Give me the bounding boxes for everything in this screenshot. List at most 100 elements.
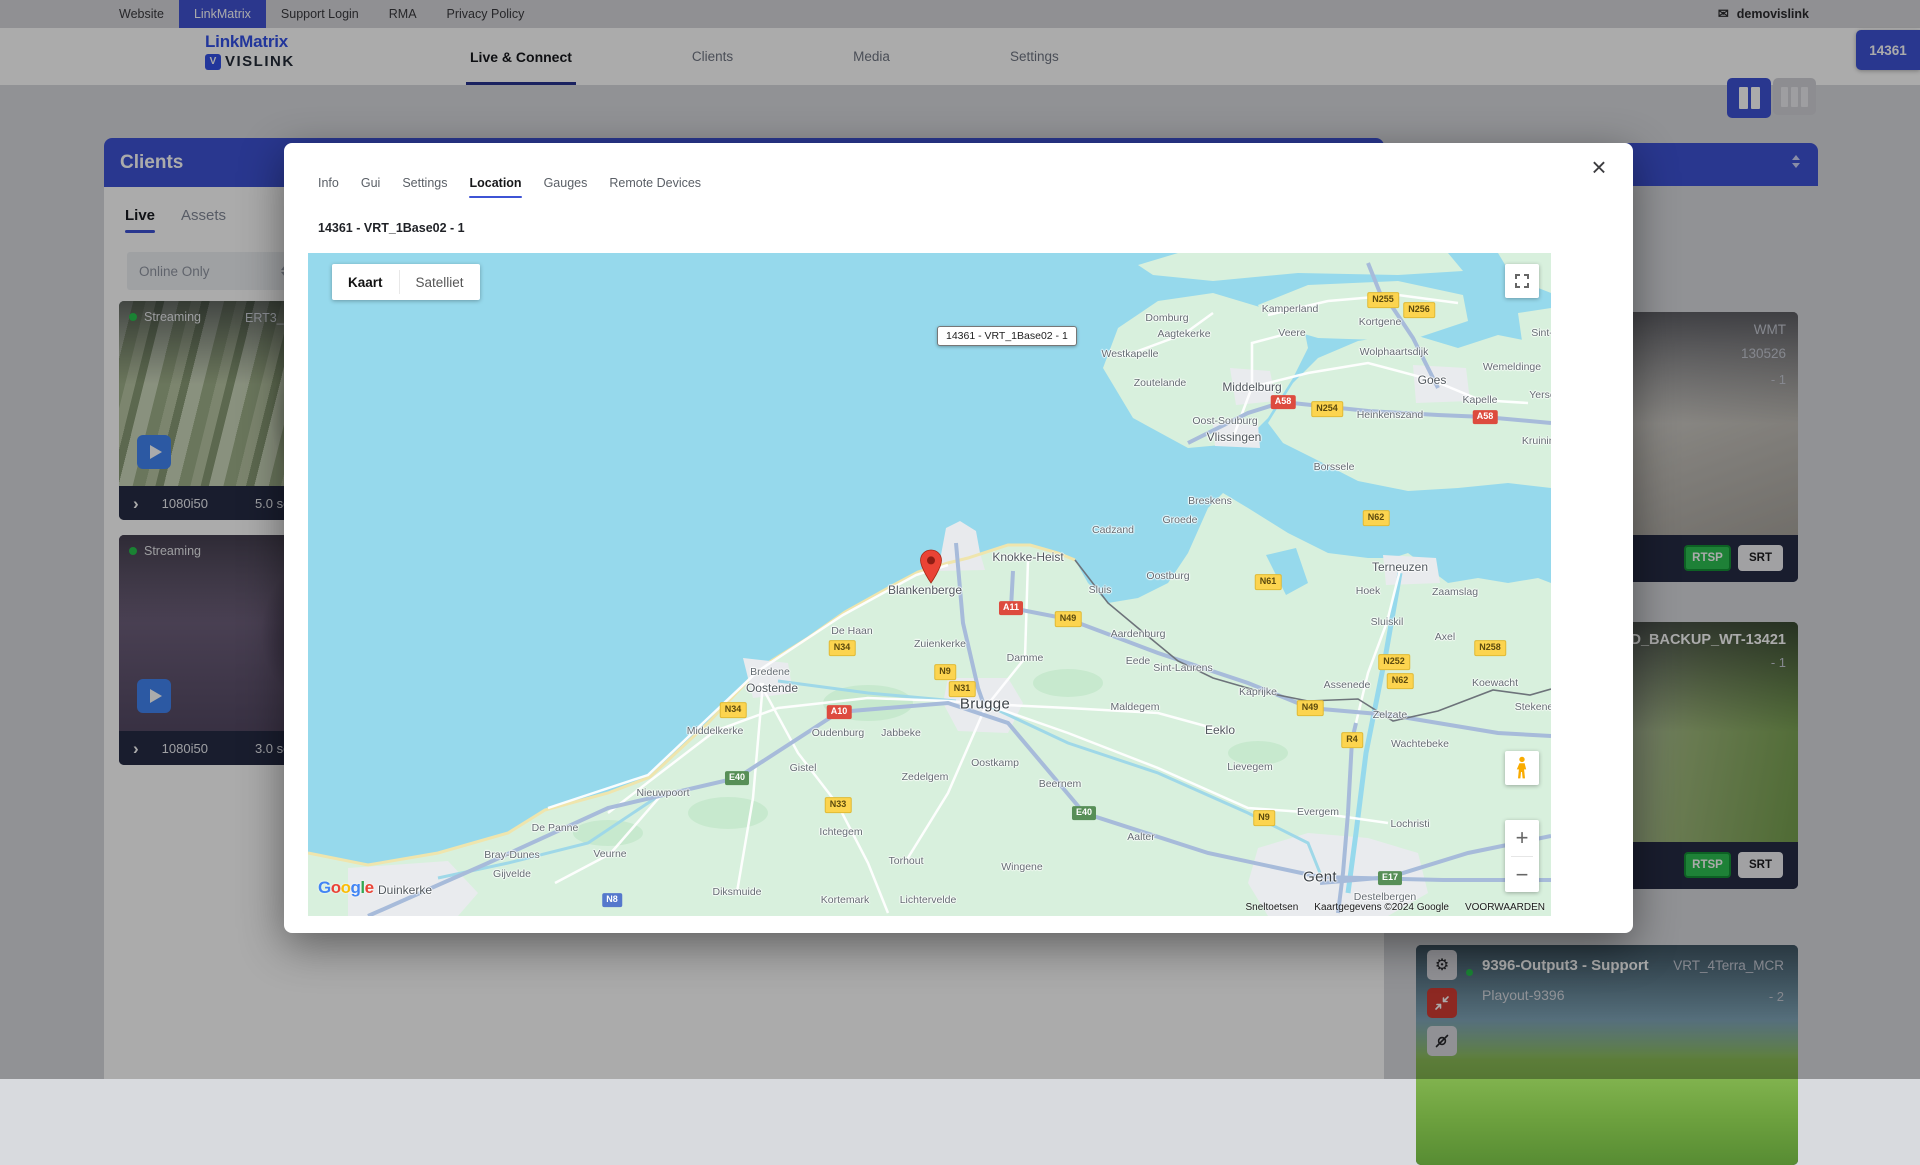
road-badge: N34 <box>829 640 856 656</box>
road-badge: A10 <box>827 705 852 719</box>
map-place-label: Koewacht <box>1472 677 1518 689</box>
map-place-label: Kaprijke <box>1239 686 1277 698</box>
road-badge: A58 <box>1473 410 1498 424</box>
map-place-label: Assenede <box>1324 679 1371 691</box>
map-place-label: Zaamslag <box>1432 586 1478 598</box>
map-place-label: Goes <box>1418 373 1447 387</box>
map-place-label: Kruiningen <box>1522 435 1551 447</box>
map-place-label: Nieuwpoort <box>636 787 689 799</box>
map-place-label: Oudenburg <box>812 727 865 739</box>
road-badge: N33 <box>825 797 852 813</box>
road-badge: N254 <box>1311 401 1343 417</box>
map-place-label: Aagtekerke <box>1157 328 1210 340</box>
map-place-label: Borssele <box>1314 461 1355 473</box>
map-place-label: Beernem <box>1039 778 1082 790</box>
modal-tab[interactable]: Gauges <box>544 176 588 198</box>
google-map[interactable]: DomburgKamperlandAagtekerkeVeereKortgene… <box>308 253 1551 916</box>
modal-tab[interactable]: Gui <box>361 176 380 198</box>
map-place-label: Vlissingen <box>1207 430 1262 444</box>
map-place-label: Veere <box>1278 327 1305 339</box>
road-badge: N252 <box>1378 654 1410 670</box>
map-place-label: Wemeldinge <box>1483 361 1541 373</box>
map-place-label: Kortemark <box>821 894 869 906</box>
google-logo-letter: G <box>318 878 331 897</box>
map-place-label: Axel <box>1435 631 1455 643</box>
map-place-label: Terneuzen <box>1372 560 1428 574</box>
map-place-label: Kapelle <box>1462 394 1497 406</box>
map-place-label: Eeklo <box>1205 723 1235 737</box>
modal-tabs: Info Gui Settings Location Gauges Remote Devi… <box>318 176 701 198</box>
road-badge: N49 <box>1055 611 1082 627</box>
map-place-label: Oostende <box>746 681 798 695</box>
map-place-label: Diksmuide <box>712 886 761 898</box>
modal-tab[interactable]: Location <box>469 176 521 198</box>
device-location-modal: × Info Gui Settings Location Gauges Remote De… <box>284 143 1633 933</box>
map-place-label: Sluiskil <box>1371 616 1404 628</box>
map-place-label: Veurne <box>593 848 626 860</box>
close-button[interactable]: × <box>1585 153 1613 181</box>
map-place-label: Maldegem <box>1110 701 1159 713</box>
map-place-label: Westkapelle <box>1101 348 1158 360</box>
map-attribution: Sneltoetsen Kaartgegevens ©2024 Google V… <box>1245 902 1545 913</box>
pegman-icon <box>1514 756 1530 780</box>
map-place-label: Sluis <box>1089 584 1112 596</box>
map-place-label: Eede <box>1126 655 1151 667</box>
map-place-label: Groede <box>1162 514 1197 526</box>
map-place-label: Oost-Souburg <box>1192 415 1257 427</box>
google-logo-letter: o <box>341 878 351 897</box>
map-place-label: Middelkerke <box>687 725 744 737</box>
map-place-label: Wolphaartsdijk <box>1360 346 1429 358</box>
map-place-label: Torhout <box>888 855 923 867</box>
map-place-label: Bray-Dunes <box>484 849 539 861</box>
map-place-label: Evergem <box>1297 806 1339 818</box>
google-logo-letter: g <box>351 878 361 897</box>
map-type-satelliet-button[interactable]: Satelliet <box>400 264 480 300</box>
modal-tab[interactable]: Info <box>318 176 339 198</box>
road-badge: N8 <box>602 893 622 907</box>
keyboard-shortcuts-link[interactable]: Sneltoetsen <box>1245 902 1298 913</box>
map-type-kaart-button[interactable]: Kaart <box>332 264 399 300</box>
road-badge: E40 <box>725 771 749 785</box>
road-badge: A11 <box>999 601 1023 615</box>
map-place-label: Kortgene <box>1359 316 1402 328</box>
map-place-label: Lochristi <box>1390 818 1429 830</box>
street-view-pegman[interactable] <box>1505 751 1539 785</box>
fullscreen-button[interactable] <box>1505 264 1539 298</box>
road-badge: N61 <box>1255 574 1282 590</box>
road-badge: N34 <box>720 702 747 718</box>
map-place-label: Stekene <box>1515 701 1551 713</box>
map-place-label: Zelzate <box>1373 709 1407 721</box>
road-badge: N62 <box>1363 510 1390 526</box>
road-badge: N31 <box>949 681 976 697</box>
map-place-label: Lichtervelde <box>900 894 957 906</box>
road-badge: R4 <box>1341 732 1363 748</box>
modal-tab[interactable]: Settings <box>402 176 447 198</box>
map-place-label: Lievegem <box>1227 761 1273 773</box>
map-place-label: Gent <box>1303 869 1337 886</box>
zoom-control: + − <box>1505 820 1539 892</box>
map-place-label: Aalter <box>1127 831 1154 843</box>
map-place-label: Oostburg <box>1146 570 1189 582</box>
map-place-label: Sint- <box>1531 327 1551 339</box>
map-place-label: Ichtegem <box>819 826 862 838</box>
map-place-label: De Haan <box>831 625 872 637</box>
map-place-label: Cadzand <box>1092 524 1134 536</box>
terms-link[interactable]: VOORWAARDEN <box>1465 902 1545 913</box>
road-badge: N62 <box>1387 673 1414 689</box>
map-place-label: Zoutelande <box>1134 377 1187 389</box>
map-place-label: Wingene <box>1001 861 1042 873</box>
zoom-in-button[interactable]: + <box>1505 820 1539 856</box>
road-badge: N9 <box>934 664 956 680</box>
map-place-label: Kamperland <box>1262 303 1319 315</box>
modal-tab[interactable]: Remote Devices <box>609 176 701 198</box>
road-badge: N255 <box>1367 292 1399 308</box>
map-place-label: Knokke-Heist <box>992 550 1063 564</box>
road-badge: N9 <box>1253 810 1275 826</box>
zoom-out-button[interactable]: − <box>1505 857 1539 893</box>
road-badge: N256 <box>1403 302 1435 318</box>
road-badge: N49 <box>1297 700 1324 716</box>
google-logo[interactable]: Google <box>318 878 374 898</box>
map-place-label: Zedelgem <box>902 771 949 783</box>
road-badge: E17 <box>1378 871 1402 885</box>
road-badge: A58 <box>1271 395 1296 409</box>
